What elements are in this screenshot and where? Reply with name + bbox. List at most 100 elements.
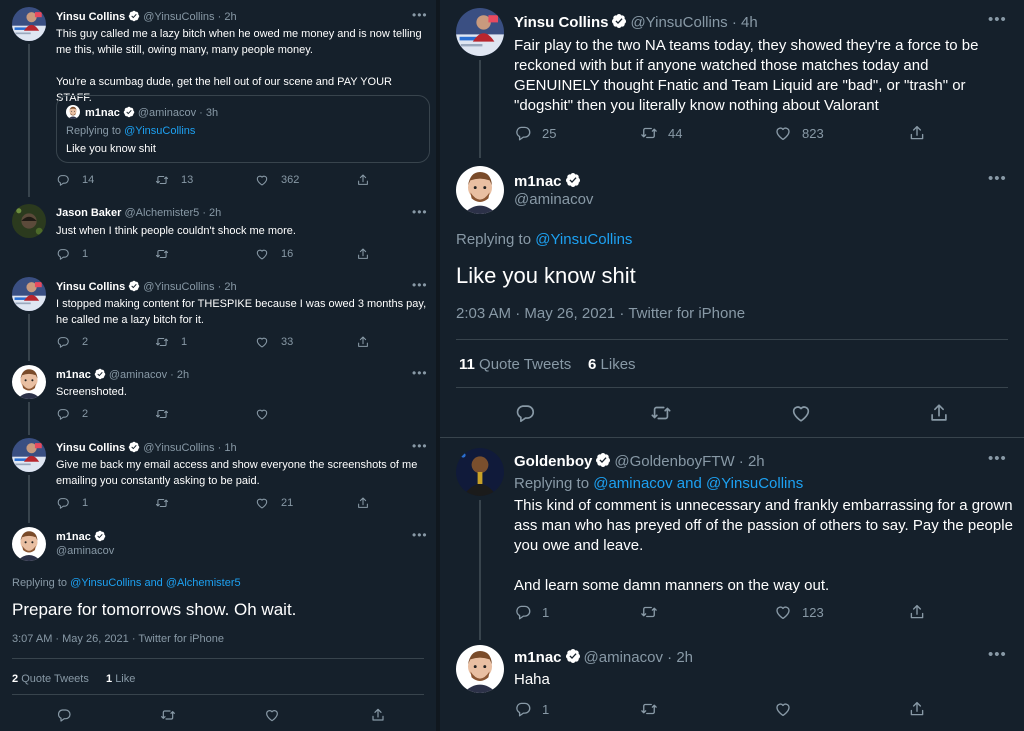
reply-button[interactable]: 1 xyxy=(56,496,88,510)
like-button[interactable] xyxy=(264,707,280,723)
avatar-m1nac[interactable] xyxy=(12,527,46,561)
share-button[interactable] xyxy=(356,247,370,261)
timestamp[interactable]: 2h xyxy=(224,11,236,23)
avatar-yinsu[interactable] xyxy=(456,8,504,56)
replying-link[interactable]: @YinsuCollins xyxy=(535,231,632,248)
retweet-button[interactable] xyxy=(155,496,169,510)
reply-button[interactable]: 1 xyxy=(514,603,549,621)
handle[interactable]: @GoldenboyFTW xyxy=(614,453,734,470)
avatar-yinsu[interactable] xyxy=(12,277,46,311)
handle[interactable]: @YinsuCollins xyxy=(630,14,727,31)
timestamp[interactable]: 2h xyxy=(676,649,693,666)
avatar-m1nac[interactable] xyxy=(456,166,504,214)
retweet-button[interactable] xyxy=(640,700,658,718)
share-button[interactable] xyxy=(928,402,950,424)
retweet-button[interactable]: 1 xyxy=(155,335,187,349)
more-icon[interactable]: ••• xyxy=(412,439,428,453)
like-button[interactable]: 123 xyxy=(774,603,824,621)
like-button[interactable] xyxy=(790,402,812,424)
avatar-m1nac[interactable] xyxy=(456,645,504,693)
like-button[interactable] xyxy=(255,407,269,421)
share-button[interactable] xyxy=(908,603,926,621)
quote-tweets-stat[interactable]: 2 Quote Tweets xyxy=(12,671,89,687)
share-button[interactable] xyxy=(356,496,370,510)
handle[interactable]: @aminacov xyxy=(514,191,593,208)
timestamp[interactable]: 2h xyxy=(209,207,221,219)
display-name[interactable]: Yinsu Collins xyxy=(56,11,125,23)
reply-button[interactable] xyxy=(514,402,536,424)
reply-button[interactable]: 1 xyxy=(56,247,88,261)
share-button[interactable] xyxy=(370,707,386,723)
retweet-button[interactable]: 44 xyxy=(640,124,682,142)
display-name[interactable]: Yinsu Collins xyxy=(56,281,125,293)
display-name[interactable]: m1nac xyxy=(56,369,91,381)
timestamp[interactable]: 2h xyxy=(748,453,765,470)
more-icon[interactable]: ••• xyxy=(412,205,428,219)
handle[interactable]: @aminacov xyxy=(109,369,167,381)
handle[interactable]: @Alchemister5 xyxy=(125,207,200,219)
display-name[interactable]: Goldenboy xyxy=(514,453,592,470)
avatar-yinsu[interactable] xyxy=(12,438,46,472)
like-icon xyxy=(790,402,812,424)
retweet-button[interactable] xyxy=(650,402,672,424)
tweet-meta[interactable]: 3:07 AM · May 26, 2021 · Twitter for iPh… xyxy=(12,631,224,647)
display-name[interactable]: Jason Baker xyxy=(56,207,121,219)
avatar-goldenboy[interactable] xyxy=(456,448,504,496)
display-name[interactable]: m1nac xyxy=(514,649,562,666)
timestamp[interactable]: 2h xyxy=(177,369,189,381)
more-icon[interactable]: ••• xyxy=(412,528,428,542)
more-icon[interactable]: ••• xyxy=(412,8,428,22)
more-icon[interactable]: ••• xyxy=(988,450,1007,467)
likes-stat[interactable]: 1 Like xyxy=(106,671,135,687)
replying-link[interactable]: @YinsuCollins xyxy=(124,125,195,137)
retweet-button[interactable] xyxy=(160,707,176,723)
quoted-tweet[interactable]: m1nac @aminacov · 3h Replying to @YinsuCo… xyxy=(56,95,430,163)
tweet-meta[interactable]: 2:03 AM · May 26, 2021 · Twitter for iPh… xyxy=(456,304,745,324)
handle[interactable]: @aminacov xyxy=(584,649,663,666)
reply-button[interactable]: 25 xyxy=(514,124,556,142)
like-button[interactable]: 362 xyxy=(255,173,299,187)
avatar-m1nac[interactable] xyxy=(12,365,46,399)
avatar-yinsu[interactable] xyxy=(12,7,46,41)
display-name[interactable]: Yinsu Collins xyxy=(56,442,125,454)
handle[interactable]: @YinsuCollins xyxy=(143,11,214,23)
separator-dot: · xyxy=(217,442,222,454)
like-button[interactable] xyxy=(774,700,792,718)
handle[interactable]: @YinsuCollins xyxy=(143,281,214,293)
share-button[interactable] xyxy=(356,173,370,187)
more-icon[interactable]: ••• xyxy=(988,170,1007,187)
handle[interactable]: @YinsuCollins xyxy=(143,442,214,454)
more-icon[interactable]: ••• xyxy=(988,11,1007,28)
retweet-button[interactable] xyxy=(640,603,658,621)
like-button[interactable]: 33 xyxy=(255,335,293,349)
display-name[interactable]: m1nac xyxy=(514,173,562,190)
avatar-jason[interactable] xyxy=(12,204,46,238)
timestamp[interactable]: 4h xyxy=(741,14,758,31)
share-button[interactable] xyxy=(908,700,926,718)
replying-link[interactable]: @YinsuCollins and @Alchemister5 xyxy=(70,577,241,589)
share-button[interactable] xyxy=(908,124,926,142)
display-name[interactable]: m1nac xyxy=(56,531,91,543)
like-button[interactable]: 21 xyxy=(255,496,293,510)
quote-tweets-stat[interactable]: 11 Quote Tweets xyxy=(459,355,571,375)
reply-button[interactable]: 14 xyxy=(56,173,94,187)
like-button[interactable]: 823 xyxy=(774,124,824,142)
reply-button[interactable]: 1 xyxy=(514,700,549,718)
timestamp[interactable]: 2h xyxy=(224,281,236,293)
more-icon[interactable]: ••• xyxy=(988,646,1007,663)
timestamp[interactable]: 1h xyxy=(224,442,236,454)
likes-stat[interactable]: 6 Likes xyxy=(588,355,636,375)
retweet-button[interactable]: 13 xyxy=(155,173,193,187)
like-button[interactable]: 16 xyxy=(255,247,293,261)
display-name[interactable]: Yinsu Collins xyxy=(514,14,608,31)
retweet-button[interactable] xyxy=(155,407,169,421)
retweet-button[interactable] xyxy=(155,247,181,261)
more-icon[interactable]: ••• xyxy=(412,278,428,292)
replying-link[interactable]: @aminacov and @YinsuCollins xyxy=(593,475,803,492)
reply-button[interactable]: 2 xyxy=(56,335,88,349)
reply-button[interactable] xyxy=(56,707,72,723)
handle[interactable]: @aminacov xyxy=(56,545,114,557)
reply-button[interactable]: 2 xyxy=(56,407,88,421)
more-icon[interactable]: ••• xyxy=(412,366,428,380)
share-button[interactable] xyxy=(356,335,370,349)
